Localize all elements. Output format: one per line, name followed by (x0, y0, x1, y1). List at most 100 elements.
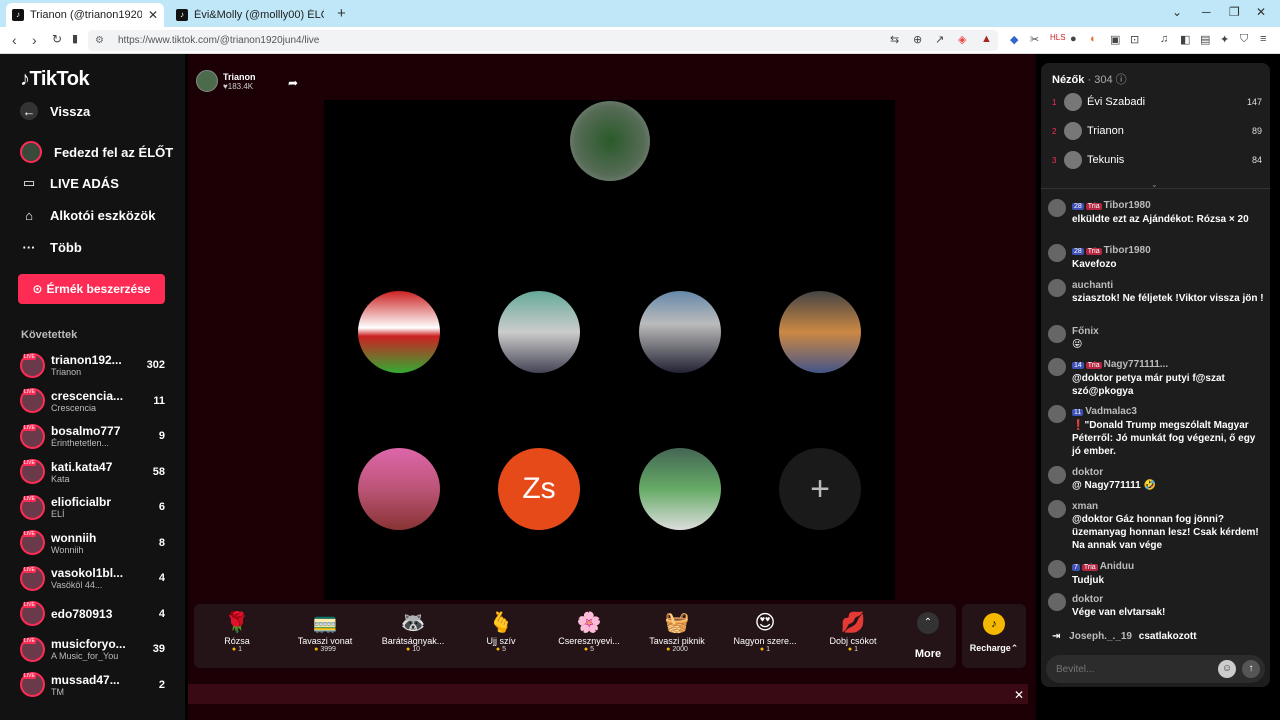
tiktok-logo[interactable]: ♪TikTok (20, 68, 90, 91)
hls-extension-icon[interactable]: HLS (1050, 33, 1066, 42)
rewards-icon[interactable]: ▲ (981, 33, 992, 45)
chat-message[interactable]: Főnix 😜 (1048, 325, 1266, 351)
following-item[interactable]: kati.kata47Kata 58 (20, 457, 165, 487)
guest-avatar[interactable] (498, 291, 580, 373)
guest-avatar[interactable] (639, 448, 721, 530)
avatar[interactable] (20, 388, 45, 413)
avatar[interactable] (1048, 466, 1066, 484)
nav-explore-live[interactable]: Fedezd fel az ÉLŐT (20, 141, 173, 163)
chat-username[interactable]: Aniduu (1100, 561, 1134, 572)
media-icon[interactable]: ♫ (1160, 33, 1168, 45)
host-avatar[interactable] (196, 70, 218, 92)
avatar[interactable] (1064, 122, 1082, 140)
emoji-icon[interactable]: ☺ (1218, 660, 1236, 678)
extension-icon[interactable]: ◐ (1090, 33, 1097, 45)
avatar[interactable] (1048, 199, 1066, 217)
guest-avatar[interactable]: Zs (498, 448, 580, 530)
following-item[interactable]: trianon192...Trianon 302 (20, 350, 165, 380)
back-icon[interactable]: ‹ (12, 32, 17, 48)
gift-item[interactable]: 🦝 Barátságnyak...10 (370, 604, 456, 668)
host-info[interactable]: Trianon ♥183.4K (196, 70, 256, 92)
close-window-button[interactable]: ✕ (1256, 5, 1266, 19)
avatar[interactable] (1064, 151, 1082, 169)
avatar[interactable] (1048, 405, 1066, 423)
extension-icon[interactable]: ● (1070, 33, 1077, 45)
chat-messages[interactable]: 28 Tria Tibor1980 elküldte ezt az Ajándékot… (1048, 199, 1266, 647)
extension-icon[interactable]: ⊡ (1130, 33, 1139, 46)
wallet-icon[interactable]: ▤ (1200, 33, 1210, 46)
following-item[interactable]: vasokol1bl...Vasököl 44... 4 (20, 563, 165, 593)
bookmark-icon[interactable]: ▮ (72, 32, 78, 45)
chat-username[interactable]: doktor (1072, 467, 1103, 478)
chat-message[interactable]: 28 Tria Tibor1980 elküldte ezt az Ajándékot… (1048, 199, 1266, 226)
following-item[interactable]: bosalmo777Érinthetetlen... 9 (20, 421, 165, 451)
minimize-button[interactable]: ─ (1202, 5, 1211, 19)
nav-more[interactable]: ··· Több (20, 238, 82, 256)
chat-username[interactable]: doktor (1072, 594, 1103, 605)
recharge-button[interactable]: ♪ Recharge⌃ (962, 604, 1026, 668)
following-item[interactable]: wonniihWonniih 8 (20, 528, 165, 558)
avatar[interactable] (1048, 560, 1066, 578)
new-tab-button[interactable]: + (337, 5, 346, 22)
chat-username[interactable]: Nagy771111... (1104, 359, 1169, 370)
menu-icon[interactable]: ≡ (1260, 33, 1266, 45)
avatar[interactable] (1048, 593, 1066, 611)
top-viewer-row[interactable]: 1 Évi Szabadi 147 (1052, 90, 1262, 114)
sidebar-icon[interactable]: ◧ (1180, 33, 1190, 46)
send-button[interactable]: ↑ (1242, 660, 1260, 678)
chat-username[interactable]: auchanti (1072, 280, 1113, 291)
gift-item[interactable]: 🌸 Cseresznyevi...5 (546, 604, 632, 668)
translate-icon[interactable]: ⇆ (890, 33, 899, 46)
gift-item[interactable]: 🫰 Ujj szív5 (458, 604, 544, 668)
chat-message[interactable]: 7 Tria Aniduu Tudjuk (1048, 560, 1266, 587)
following-item[interactable]: musicforyo...A Music_for_You 39 (20, 634, 165, 664)
chat-username[interactable]: xman (1072, 501, 1098, 512)
avatar[interactable] (20, 352, 45, 378)
forward-icon[interactable]: › (32, 32, 37, 48)
chat-message[interactable]: 14 Tria Nagy771111... @doktor petya már put… (1048, 358, 1266, 398)
chat-message[interactable]: auchanti sziasztok! Ne féljetek !Viktor v… (1048, 279, 1266, 305)
share-page-icon[interactable]: ↗ (935, 33, 944, 46)
avatar[interactable] (20, 565, 45, 591)
following-item[interactable]: elioficialbrELÍ 6 (20, 492, 165, 522)
gift-item[interactable]: 😍 Nagyon szere...1 (722, 604, 808, 668)
gift-item[interactable]: 🧺 Tavaszi piknik2000 (634, 604, 720, 668)
avatar[interactable] (20, 636, 45, 662)
chat-message[interactable]: xman @doktor Gáz honnan fog jönni? üzeman… (1048, 500, 1266, 552)
following-item[interactable]: crescencia...Crescencia 11 (20, 386, 165, 416)
avatar[interactable] (20, 530, 45, 555)
avatar[interactable] (20, 672, 45, 697)
chat-username[interactable]: Tibor1980 (1104, 245, 1151, 256)
following-item[interactable]: mussad47...TM 2 (20, 670, 165, 700)
guest-avatar[interactable] (779, 291, 861, 373)
guest-avatar[interactable] (358, 448, 440, 530)
chat-username[interactable]: Főnix (1072, 326, 1099, 337)
avatar[interactable] (20, 459, 45, 484)
add-guest-button[interactable]: + (779, 448, 861, 530)
avatar[interactable] (1064, 93, 1082, 111)
share-icon[interactable]: ➦ (288, 76, 298, 90)
tab-list-icon[interactable]: ⌄ (1172, 5, 1182, 19)
gift-item[interactable]: 🌹 Rózsa1 (194, 604, 280, 668)
avatar[interactable] (1048, 244, 1066, 262)
gift-item[interactable]: 💋 Dobj csókot1 (810, 604, 896, 668)
following-item[interactable]: edo780913 4 (20, 599, 165, 629)
chat-message[interactable]: 28 Tria Tibor1980 Kavefozo (1048, 244, 1266, 271)
tab-trianon[interactable]: ♪ Trianon (@trianon1920jun4) ÉLŐ ✕ (6, 3, 164, 27)
chat-message[interactable]: doktor Vége van elvtarsak! (1048, 593, 1266, 619)
gift-item[interactable]: 🚃 Tavaszi vonat3999 (282, 604, 368, 668)
ai-icon[interactable]: ✦ (1220, 33, 1229, 46)
avatar[interactable] (20, 601, 45, 626)
extension-icon[interactable]: ◆ (1010, 33, 1018, 46)
avatar[interactable] (1048, 500, 1066, 518)
url-field[interactable]: https://www.tiktok.com/@trianon1920jun4/… (88, 30, 998, 51)
chat-input[interactable] (1056, 655, 1216, 683)
avatar[interactable] (20, 423, 45, 449)
nav-live[interactable]: ▭ LIVE ADÁS (20, 174, 119, 192)
top-viewer-row[interactable]: 2 Trianon 89 (1052, 119, 1262, 143)
brave-shield-icon[interactable]: ◈ (958, 33, 966, 46)
avatar[interactable] (1048, 279, 1066, 297)
chat-username[interactable]: Tibor1980 (1104, 200, 1151, 211)
extension-icon[interactable]: ✂ (1030, 33, 1039, 46)
chat-message[interactable]: doktor @ Nagy771111 🤣 (1048, 466, 1266, 492)
